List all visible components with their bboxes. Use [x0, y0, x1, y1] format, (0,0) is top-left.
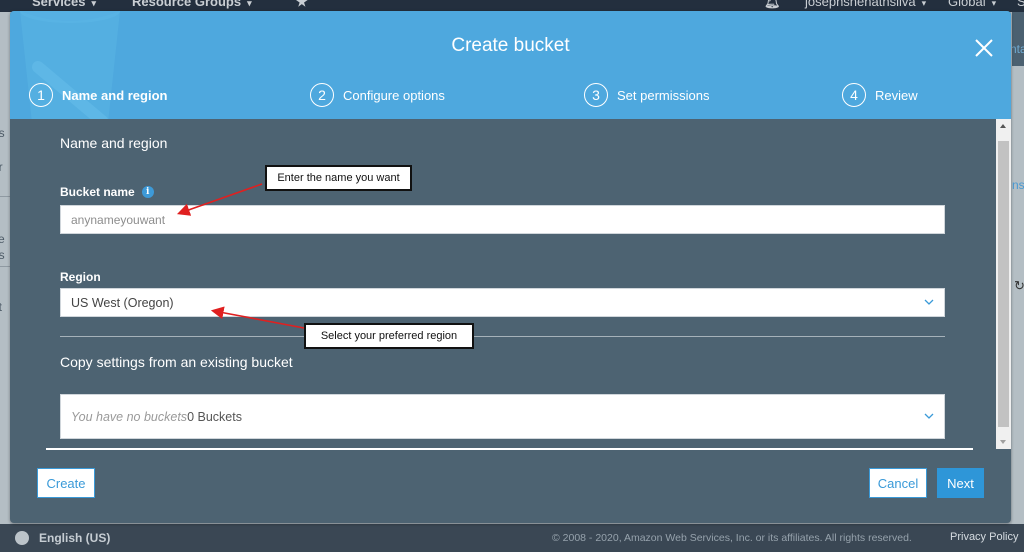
account-menu[interactable]: josephshenathsilva ▾ [805, 0, 926, 9]
console-left-sidebar: ns er ce gs ht [0, 12, 10, 524]
right-fragment: nta [1012, 42, 1024, 56]
step-number: 1 [29, 83, 53, 107]
bucket-name-label: Bucket name i [60, 185, 154, 199]
console-footer: English (US) © 2008 - 2020, Amazon Web S… [0, 524, 1024, 552]
step-label: Set permissions [617, 87, 710, 103]
create-bucket-modal: Create bucket 1 Name and region 2 Config… [10, 11, 1011, 523]
step-number: 2 [310, 83, 334, 107]
step-review[interactable]: 4 Review [842, 83, 918, 107]
copy-settings-placeholder: You have no buckets [71, 409, 188, 424]
sidebar-fragment: ns [0, 126, 5, 140]
create-button[interactable]: Create [37, 468, 95, 498]
bucket-name-callout: Enter the name you want [265, 165, 412, 191]
support-menu[interactable]: S [1017, 0, 1024, 9]
resource-groups-menu[interactable]: Resource Groups ▾ [132, 0, 252, 9]
wizard-steps: 1 Name and region 2 Configure options 3 … [10, 83, 1011, 107]
scrollbar-thumb[interactable] [998, 141, 1009, 427]
sidebar-fragment: gs [0, 248, 5, 262]
close-icon[interactable] [972, 36, 996, 60]
bucket-name-input[interactable] [60, 205, 945, 234]
modal-title: Create bucket [451, 35, 570, 56]
console-right-panel: nta ns ↻ [1012, 12, 1024, 524]
account-name: josephshenathsilva [805, 0, 916, 9]
region-label: Global [948, 0, 986, 9]
chevron-down-icon: ▾ [991, 0, 997, 8]
next-button[interactable]: Next [937, 468, 984, 498]
step-label: Review [875, 87, 918, 103]
copy-settings-title: Copy settings from an existing bucket [60, 354, 293, 370]
bell-icon[interactable]: 🔔︎ [764, 0, 781, 10]
modal-header: Create bucket 1 Name and region 2 Config… [10, 11, 1011, 119]
step-label: Name and region [62, 87, 168, 103]
sidebar-fragment: ht [0, 300, 3, 314]
modal-body: Name and region Bucket name i Region US … [10, 119, 996, 449]
info-icon[interactable]: i [141, 186, 154, 198]
services-menu[interactable]: Services ▾ [32, 0, 96, 9]
divider [60, 336, 945, 337]
step-name-and-region[interactable]: 1 Name and region [29, 83, 167, 107]
region-select[interactable]: US West (Oregon) [60, 288, 945, 317]
region-callout: Select your preferred region [304, 323, 474, 349]
services-label: Services [32, 0, 86, 9]
globe-icon [15, 531, 29, 545]
cancel-button[interactable]: Cancel [869, 468, 927, 498]
chevron-down-icon: ▾ [921, 0, 927, 8]
chevron-down-icon [924, 413, 934, 419]
step-number: 4 [842, 83, 866, 107]
language-selector[interactable]: English (US) [39, 531, 110, 545]
chevron-down-icon: ▾ [91, 0, 97, 8]
section-title: Name and region [60, 135, 168, 151]
copy-settings-select[interactable]: You have no buckets 0 Buckets [60, 394, 945, 439]
divider [0, 266, 10, 267]
step-set-permissions[interactable]: 3 Set permissions [584, 83, 709, 107]
chevron-down-icon: ▾ [247, 0, 252, 8]
region-label: Region [60, 270, 101, 284]
privacy-policy-link[interactable]: Privacy Policy [950, 531, 1018, 543]
resource-groups-label: Resource Groups [132, 0, 242, 9]
divider [46, 448, 973, 450]
modal-scrollbar[interactable] [996, 119, 1011, 449]
refresh-icon[interactable]: ↻ [1014, 278, 1024, 294]
right-fragment: ns [1012, 178, 1024, 192]
scroll-up-arrow-icon[interactable] [1000, 124, 1006, 128]
chevron-down-icon [924, 299, 934, 305]
sidebar-fragment: er [0, 160, 3, 174]
sidebar-fragment: ce [0, 232, 5, 246]
bucket-name-label-text: Bucket name [60, 185, 135, 199]
pin-icon[interactable]: ★ [296, 0, 308, 10]
bucket-count: 0 Buckets [187, 409, 242, 424]
step-label: Configure options [343, 87, 445, 103]
step-configure-options[interactable]: 2 Configure options [310, 83, 445, 107]
step-number: 3 [584, 83, 608, 107]
copyright-text: © 2008 - 2020, Amazon Web Services, Inc.… [552, 532, 912, 544]
divider [0, 196, 10, 197]
tab-strip [1012, 12, 1024, 66]
scroll-down-arrow-icon[interactable] [1000, 440, 1006, 444]
region-menu[interactable]: Global ▾ [948, 0, 996, 9]
region-selected-value: US West (Oregon) [71, 295, 174, 310]
